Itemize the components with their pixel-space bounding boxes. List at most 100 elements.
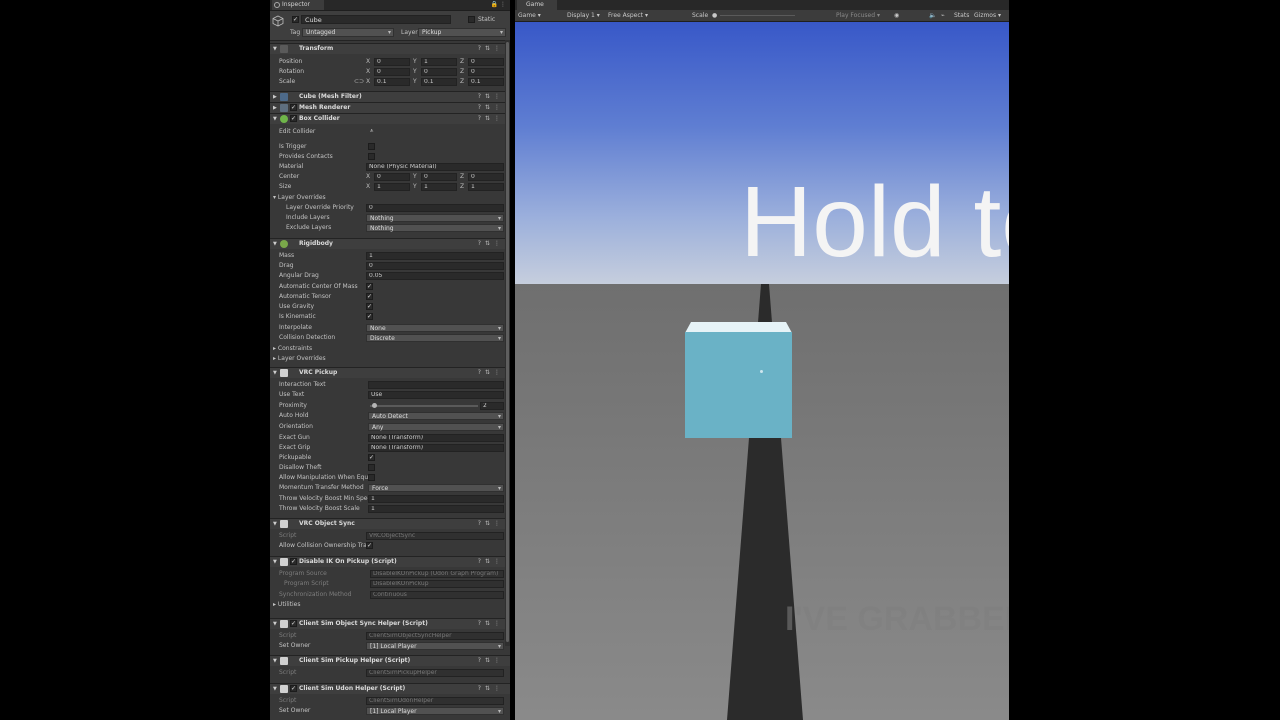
component-tools-icon[interactable]: ?⇅⋮ bbox=[478, 92, 504, 102]
auto-hold-dropdown[interactable]: Auto Detect bbox=[368, 412, 504, 421]
proximity-slider-knob[interactable] bbox=[372, 403, 378, 408]
set-owner-dropdown[interactable]: [1] Local Player bbox=[366, 642, 504, 651]
link-icon[interactable]: ⊂⊃ bbox=[354, 78, 364, 86]
expand-arrow-icon[interactable]: ▼ bbox=[273, 115, 277, 123]
include-layers-dropdown[interactable]: Nothing bbox=[366, 214, 504, 223]
pickupable-checkbox[interactable]: ✓ bbox=[368, 454, 375, 461]
stats-button[interactable]: Stats bbox=[954, 11, 969, 20]
menu-icon[interactable]: ⋮ bbox=[500, 1, 506, 8]
pickup-cube[interactable] bbox=[685, 332, 792, 438]
expand-arrow-icon[interactable]: ▼ bbox=[273, 369, 277, 377]
boost-scale-field[interactable]: 1 bbox=[368, 505, 504, 513]
lock-icon[interactable]: 🔒 bbox=[491, 1, 498, 8]
disable-ik-header[interactable]: ▼ ✓ Disable IK On Pickup (Script) ?⇅⋮ bbox=[270, 556, 510, 567]
cs-pickup-header[interactable]: ▼ Client Sim Pickup Helper (Script) ?⇅⋮ bbox=[270, 655, 510, 666]
layer-priority-field[interactable]: 0 bbox=[366, 204, 504, 212]
constraints-row[interactable]: ▸ Constraints bbox=[270, 344, 510, 354]
interaction-text-field[interactable] bbox=[368, 381, 504, 389]
momentum-dropdown[interactable]: Force bbox=[368, 484, 504, 493]
scale-y-field[interactable]: 0.1 bbox=[421, 78, 457, 86]
component-tools-icon[interactable]: ?⇅⋮ bbox=[478, 656, 504, 666]
mass-field[interactable]: 1 bbox=[366, 252, 504, 260]
game-scene[interactable]: Hold to I'VE GRABBED bbox=[515, 22, 1009, 720]
set-owner-dropdown[interactable]: [1] Local Player bbox=[366, 707, 504, 716]
mesh-renderer-header[interactable]: ▶ ✓ Mesh Renderer ?⇅⋮ bbox=[270, 102, 510, 113]
tab-inspector[interactable]: Inspector bbox=[272, 0, 324, 10]
size-z-field[interactable]: 1 bbox=[468, 183, 504, 191]
play-focused-dropdown[interactable]: Play Focused ▾ bbox=[836, 11, 880, 20]
component-tools-icon[interactable]: ?⇅⋮ bbox=[478, 103, 504, 113]
collision-detection-dropdown[interactable]: Discrete bbox=[366, 334, 504, 343]
use-gravity-checkbox[interactable]: ✓ bbox=[366, 303, 373, 310]
tag-dropdown[interactable]: Untagged bbox=[302, 28, 394, 37]
expand-arrow-icon[interactable]: ▼ bbox=[273, 240, 277, 248]
component-tools-icon[interactable]: ?⇅⋮ bbox=[478, 114, 504, 124]
scale-z-field[interactable]: 0.1 bbox=[468, 78, 504, 86]
box-collider-enabled-checkbox[interactable]: ✓ bbox=[290, 115, 297, 122]
auto-com-checkbox[interactable]: ✓ bbox=[366, 283, 373, 290]
angular-drag-field[interactable]: 0.05 bbox=[366, 272, 504, 280]
scale-x-field[interactable]: 0.1 bbox=[374, 78, 410, 86]
component-tools-icon[interactable]: ?⇅⋮ bbox=[478, 239, 504, 249]
position-z-field[interactable]: 0 bbox=[468, 58, 504, 66]
collapse-arrow-icon[interactable]: ▶ bbox=[273, 93, 277, 101]
mute-audio-icon[interactable]: 🔈 bbox=[929, 11, 936, 20]
interpolate-dropdown[interactable]: None bbox=[366, 324, 504, 333]
gizmos-dropdown[interactable]: Gizmos ▾ bbox=[974, 11, 1001, 20]
mesh-renderer-enabled-checkbox[interactable]: ✓ bbox=[290, 104, 297, 111]
exclude-layers-dropdown[interactable]: Nothing bbox=[366, 224, 504, 233]
provides-contacts-checkbox[interactable] bbox=[368, 153, 375, 160]
vrc-pickup-header[interactable]: ▼ VRC Pickup ?⇅⋮ bbox=[270, 367, 510, 378]
is-trigger-checkbox[interactable] bbox=[368, 143, 375, 150]
orientation-dropdown[interactable]: Any bbox=[368, 423, 504, 432]
boost-min-field[interactable]: 1 bbox=[368, 495, 504, 503]
exact-grip-field[interactable]: None (Transform) bbox=[368, 444, 504, 452]
component-tools-icon[interactable]: ?⇅⋮ bbox=[478, 619, 504, 629]
auto-tensor-checkbox[interactable]: ✓ bbox=[366, 293, 373, 300]
aspect-dropdown[interactable]: Free Aspect ▾ bbox=[608, 11, 648, 20]
inspector-scrollbar[interactable] bbox=[505, 40, 510, 646]
component-tools-icon[interactable]: ?⇅⋮ bbox=[478, 44, 504, 54]
expand-arrow-icon[interactable]: ▼ bbox=[273, 45, 277, 53]
scrollbar-thumb[interactable] bbox=[506, 42, 509, 642]
display-dropdown[interactable]: Display 1 ▾ bbox=[567, 11, 600, 20]
use-text-field[interactable]: Use bbox=[368, 391, 504, 399]
vr-icon[interactable]: ◉ bbox=[894, 11, 899, 20]
expand-arrow-icon[interactable]: ▼ bbox=[273, 685, 277, 693]
scale-slider-knob[interactable]: ● bbox=[712, 11, 717, 20]
disable-ik-enabled-checkbox[interactable]: ✓ bbox=[290, 558, 297, 565]
rotation-x-field[interactable]: 0 bbox=[374, 68, 410, 76]
position-y-field[interactable]: 1 bbox=[421, 58, 457, 66]
component-tools-icon[interactable]: ?⇅⋮ bbox=[478, 684, 504, 694]
vrc-object-sync-header[interactable]: ▼ VRC Object Sync ?⇅⋮ bbox=[270, 518, 510, 529]
transform-header[interactable]: ▼ Transform ?⇅⋮ bbox=[270, 43, 510, 54]
active-checkbox[interactable]: ✓ bbox=[292, 16, 299, 23]
rotation-z-field[interactable]: 0 bbox=[468, 68, 504, 76]
stats-toggle[interactable]: ⌁ bbox=[941, 11, 945, 20]
layer-dropdown[interactable]: Pickup bbox=[418, 28, 506, 37]
center-y-field[interactable]: 0 bbox=[421, 173, 457, 181]
rotation-y-field[interactable]: 0 bbox=[421, 68, 457, 76]
material-field[interactable]: None (Physic Material) bbox=[366, 163, 504, 171]
foldout-constraints[interactable]: ▸ Constraints bbox=[273, 345, 312, 353]
layer-overrides-row[interactable]: ▾ Layer Overrides bbox=[270, 193, 510, 203]
edit-collider-icon[interactable]: ⩚ bbox=[370, 127, 373, 135]
proximity-slider-track[interactable] bbox=[370, 405, 478, 407]
exact-gun-field[interactable]: None (Transform) bbox=[368, 434, 504, 442]
expand-arrow-icon[interactable]: ▼ bbox=[273, 657, 277, 665]
utilities-row[interactable]: ▸ Utilities bbox=[270, 600, 510, 610]
allow-collision-checkbox[interactable]: ✓ bbox=[366, 542, 373, 549]
object-name-field[interactable]: Cube bbox=[301, 15, 451, 24]
proximity-field[interactable]: 2 bbox=[480, 402, 504, 410]
rigidbody-header[interactable]: ▼ Rigidbody ?⇅⋮ bbox=[270, 238, 510, 249]
disallow-theft-checkbox[interactable] bbox=[368, 464, 375, 471]
box-collider-header[interactable]: ▼ ✓ Box Collider ?⇅⋮ bbox=[270, 113, 510, 124]
expand-arrow-icon[interactable]: ▼ bbox=[273, 520, 277, 528]
expand-arrow-icon[interactable]: ▼ bbox=[273, 620, 277, 628]
component-tools-icon[interactable]: ?⇅⋮ bbox=[478, 557, 504, 567]
mesh-filter-header[interactable]: ▶ Cube (Mesh Filter) ?⇅⋮ bbox=[270, 91, 510, 102]
static-checkbox[interactable] bbox=[468, 16, 475, 23]
size-x-field[interactable]: 1 bbox=[374, 183, 410, 191]
foldout-utilities[interactable]: ▸ Utilities bbox=[273, 601, 301, 609]
cs-udon-enabled-checkbox[interactable]: ✓ bbox=[290, 685, 297, 692]
